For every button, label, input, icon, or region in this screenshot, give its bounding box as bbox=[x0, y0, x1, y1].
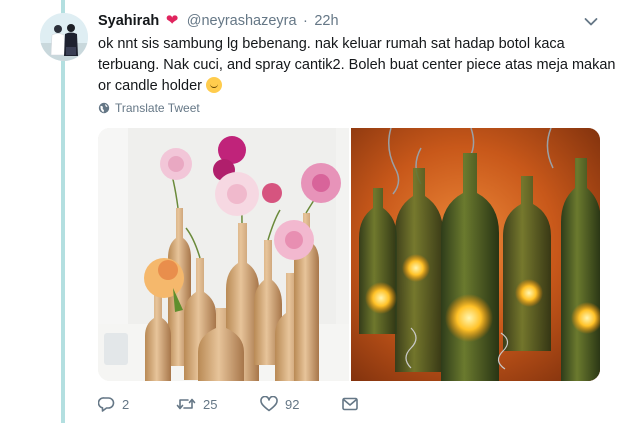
media-grid bbox=[98, 128, 600, 381]
tweet-header: Syahirah ❤ @neyrashazeyra · 22h bbox=[98, 11, 339, 31]
tweet-text-line: terbuang. Nak cuci, and spray cantik2. B… bbox=[98, 57, 616, 73]
direct-message-button[interactable] bbox=[342, 397, 368, 411]
tweet-timestamp[interactable]: 22h bbox=[314, 13, 338, 29]
photo-green-bottle-candles[interactable] bbox=[351, 128, 600, 381]
like-count: 92 bbox=[285, 396, 300, 412]
avatar[interactable] bbox=[40, 13, 88, 61]
avatar-image bbox=[40, 13, 88, 61]
heart-outline-icon bbox=[260, 396, 278, 412]
tweet-text-line: or candle holder bbox=[98, 76, 598, 97]
reply-count: 2 bbox=[122, 396, 130, 412]
reply-icon bbox=[98, 397, 115, 412]
tweet-text: ok nnt sis sambung lg bebenang. nak kelu… bbox=[98, 34, 616, 97]
retweet-count: 25 bbox=[203, 396, 218, 412]
retweet-button[interactable]: 25 bbox=[176, 396, 260, 412]
like-button[interactable]: 92 bbox=[260, 396, 342, 412]
envelope-icon bbox=[342, 397, 358, 411]
more-options-chevron-down-icon[interactable] bbox=[584, 14, 598, 26]
photo-gold-bottles[interactable] bbox=[98, 128, 349, 381]
thread-connector-line bbox=[61, 0, 65, 423]
face-with-hand-over-mouth-emoji-icon bbox=[206, 77, 222, 93]
reply-button[interactable]: 2 bbox=[98, 396, 176, 412]
separator-dot: · bbox=[303, 13, 308, 29]
globe-icon bbox=[98, 102, 110, 114]
heart-icon: ❤ bbox=[165, 12, 179, 29]
tweet-text-line-text: or candle holder bbox=[98, 78, 202, 94]
tweet-text-line: ok nnt sis sambung lg bebenang. nak kelu… bbox=[98, 36, 565, 52]
translate-tweet-link[interactable]: Translate Tweet bbox=[98, 101, 200, 115]
display-name[interactable]: Syahirah bbox=[98, 13, 159, 29]
user-handle[interactable]: @neyrashazeyra bbox=[187, 13, 297, 29]
translate-tweet-label: Translate Tweet bbox=[115, 101, 200, 115]
tweet-actions: 2 25 92 bbox=[98, 393, 368, 415]
retweet-icon bbox=[176, 398, 196, 410]
